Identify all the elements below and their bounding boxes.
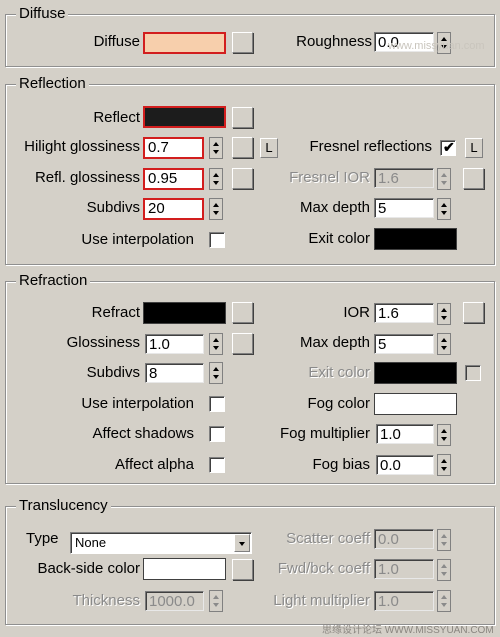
fog-bias-label: Fog bias [312, 456, 370, 473]
diffuse-label: Diffuse [93, 33, 140, 50]
reflection-subdivs-input[interactable]: 20 [143, 198, 204, 220]
refraction-use-interpolation-checkbox[interactable] [209, 396, 225, 412]
light-multiplier-spinner[interactable] [437, 590, 451, 612]
fog-multiplier-label: Fog multiplier [279, 425, 370, 442]
refl-glossiness-map-button[interactable] [232, 168, 253, 189]
refraction-exit-color-checkbox[interactable] [465, 365, 481, 381]
reflection-title: Reflection [16, 75, 89, 93]
light-multiplier-label: Light multiplier [273, 592, 370, 609]
ior-input[interactable]: 1.6 [374, 303, 434, 323]
fwd-bck-coeff-label: Fwd/bck coeff [277, 560, 370, 577]
refraction-exit-color-swatch[interactable] [374, 362, 457, 384]
reflection-subdivs-spinner[interactable] [209, 198, 223, 220]
reflect-label: Reflect [93, 109, 140, 126]
check-icon: ✔ [443, 139, 455, 155]
fresnel-ior-map-button[interactable] [463, 168, 484, 189]
hilight-glossiness-map-button[interactable] [232, 137, 253, 158]
diffuse-title: Diffuse [16, 5, 69, 23]
fwd-bck-coeff-input[interactable]: 1.0 [374, 559, 434, 579]
reflection-max-depth-spinner[interactable] [437, 198, 451, 220]
refraction-glossiness-input[interactable]: 1.0 [145, 334, 204, 354]
ior-map-button[interactable] [463, 302, 484, 323]
diffuse-color-swatch[interactable] [143, 32, 226, 54]
fog-color-label: Fog color [307, 395, 370, 412]
fresnel-ior-input[interactable]: 1.6 [374, 168, 434, 188]
reflection-exit-color-swatch[interactable] [374, 228, 457, 250]
refraction-max-depth-label: Max depth [299, 334, 370, 351]
roughness-label: Roughness [296, 33, 372, 50]
reflection-max-depth-input[interactable]: 5 [374, 198, 434, 218]
reflection-exit-color-label: Exit color [308, 230, 370, 247]
hilight-glossiness-label: Hilight glossiness [24, 138, 140, 155]
back-side-color-label: Back-side color [37, 560, 140, 577]
refraction-glossiness-spinner[interactable] [209, 333, 223, 355]
scatter-coeff-label: Scatter coeff [286, 530, 370, 547]
fresnel-lock-button[interactable]: L [465, 138, 483, 158]
fresnel-ior-label: Fresnel IOR [289, 169, 370, 186]
ior-label: IOR [343, 304, 370, 321]
affect-shadows-label: Affect shadows [92, 425, 194, 442]
light-multiplier-input[interactable]: 1.0 [374, 591, 434, 611]
reflection-subdivs-label: Subdivs [86, 199, 140, 216]
fog-color-swatch[interactable] [374, 393, 457, 415]
hilight-glossiness-spinner[interactable] [209, 137, 223, 159]
refraction-max-depth-input[interactable]: 5 [374, 334, 434, 354]
refraction-use-interpolation-label: Use interpolation [81, 395, 194, 412]
affect-alpha-checkbox[interactable] [209, 457, 225, 473]
diffuse-map-button[interactable] [232, 32, 253, 53]
thickness-input[interactable]: 1000.0 [145, 591, 204, 611]
refraction-glossiness-map-button[interactable] [232, 333, 253, 354]
refl-glossiness-spinner[interactable] [209, 168, 223, 190]
thickness-spinner[interactable] [209, 590, 223, 612]
hilight-lock-button[interactable]: L [260, 138, 278, 158]
fog-bias-input[interactable]: 0.0 [376, 455, 434, 475]
ior-spinner[interactable] [437, 303, 451, 325]
refraction-subdivs-input[interactable]: 8 [145, 363, 204, 383]
dropdown-arrow-icon[interactable] [234, 534, 250, 552]
refraction-exit-color-label: Exit color [308, 364, 370, 381]
reflect-map-button[interactable] [232, 107, 253, 128]
refraction-max-depth-spinner[interactable] [437, 333, 451, 355]
scatter-coeff-spinner[interactable] [437, 529, 451, 551]
refract-color-swatch[interactable] [143, 302, 226, 324]
fwd-bck-coeff-spinner[interactable] [437, 559, 451, 581]
fog-multiplier-spinner[interactable] [437, 424, 451, 446]
reflect-color-swatch[interactable] [143, 106, 226, 128]
refract-map-button[interactable] [232, 302, 253, 323]
fog-bias-spinner[interactable] [437, 454, 451, 476]
type-label: Type [26, 530, 59, 547]
scatter-coeff-input[interactable]: 0.0 [374, 529, 434, 549]
reflection-use-interpolation-label: Use interpolation [81, 231, 194, 248]
refraction-subdivs-label: Subdivs [86, 364, 140, 381]
back-side-color-map-button[interactable] [232, 559, 253, 580]
affect-alpha-label: Affect alpha [115, 456, 194, 473]
refraction-glossiness-label: Glossiness [66, 334, 140, 351]
translucency-type-select[interactable]: None [70, 532, 252, 554]
back-side-color-swatch[interactable] [143, 558, 226, 580]
reflection-max-depth-label: Max depth [299, 199, 370, 216]
refl-glossiness-label: Refl. glossiness [34, 169, 140, 186]
watermark-bottom: 思缘设计论坛 WWW.MISSYUAN.COM [322, 625, 494, 636]
thickness-label: Thickness [72, 592, 140, 609]
refraction-subdivs-spinner[interactable] [209, 362, 223, 384]
fresnel-reflections-checkbox[interactable]: ✔ [440, 139, 456, 156]
reflection-use-interpolation-checkbox[interactable] [209, 232, 225, 248]
refract-label: Refract [91, 304, 140, 321]
fresnel-reflections-label: Fresnel reflections [309, 138, 432, 155]
refraction-title: Refraction [16, 272, 91, 290]
hilight-glossiness-input[interactable]: 0.7 [143, 137, 204, 159]
affect-shadows-checkbox[interactable] [209, 426, 225, 442]
watermark-top: www.missyuan.com [388, 40, 485, 52]
fresnel-ior-spinner[interactable] [437, 168, 451, 190]
fog-multiplier-input[interactable]: 1.0 [376, 424, 434, 444]
translucency-type-value: None [75, 535, 107, 550]
refl-glossiness-input[interactable]: 0.95 [143, 168, 204, 190]
translucency-title: Translucency [16, 497, 111, 515]
